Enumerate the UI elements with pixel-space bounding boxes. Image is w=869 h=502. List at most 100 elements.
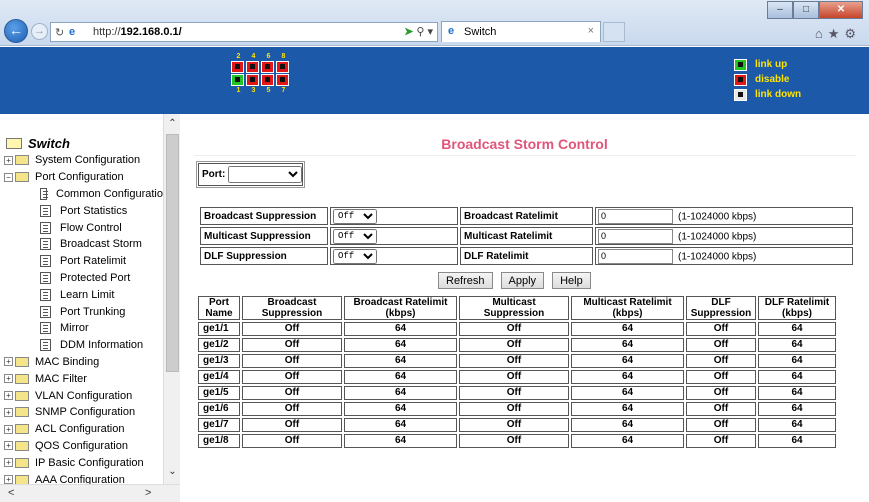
apply-button[interactable]: Apply [500, 272, 545, 289]
sidebar-item-port-statistics[interactable]: Port Statistics [0, 202, 163, 219]
sidebar-item-protected-port[interactable]: Protected Port [0, 270, 163, 287]
table-cell: Off [242, 322, 342, 336]
close-button[interactable]: ✕ [819, 1, 863, 19]
expand-toggle-icon[interactable]: + [4, 475, 13, 484]
port-icon[interactable] [276, 74, 289, 86]
refresh-small-icon[interactable]: ↻ [55, 26, 64, 39]
sidebar-item-label: SNMP Configuration [35, 406, 136, 419]
table-cell: 64 [571, 338, 684, 352]
back-arrow-icon[interactable]: ← [4, 19, 28, 43]
port-icon[interactable] [246, 74, 259, 86]
port-name-cell: ge1/7 [198, 418, 240, 432]
port-number: 7 [281, 87, 286, 94]
sidebar-vertical-scrollbar[interactable]: ⌃ ⌄ [163, 114, 180, 484]
home-icon[interactable]: ⌂ [815, 26, 828, 41]
port-status-icon [734, 58, 747, 71]
ratelimit-label: Multicast Ratelimit [460, 227, 593, 245]
sidebar-item-flow-control[interactable]: Flow Control [0, 219, 163, 236]
favorites-star-icon[interactable]: ★ [828, 26, 845, 41]
scroll-down-icon[interactable]: ⌄ [166, 466, 179, 480]
sidebar-item-mac-binding[interactable]: + MAC Binding [0, 354, 163, 371]
search-icon[interactable]: ⚲ [416, 26, 424, 38]
expand-toggle-icon[interactable]: − [4, 172, 13, 182]
ratelimit-input[interactable] [598, 228, 673, 244]
suppression-cell: Off [330, 227, 458, 245]
ratelimit-input[interactable] [598, 248, 673, 264]
sidebar-item-label: AAA Configuration [35, 473, 125, 484]
tab-close-icon[interactable]: × [588, 25, 594, 37]
scroll-thumb[interactable] [166, 134, 179, 372]
table-cell: Off [242, 434, 342, 448]
sidebar-item-snmp-configuration[interactable]: + SNMP Configuration [0, 404, 163, 421]
port-name-cell: ge1/8 [198, 434, 240, 448]
maximize-button[interactable]: □ [793, 1, 819, 19]
scroll-left-icon[interactable]: < [8, 487, 14, 499]
port-icon[interactable] [261, 74, 274, 86]
expand-toggle-icon[interactable]: + [4, 374, 13, 384]
scroll-up-icon[interactable]: ⌃ [166, 118, 179, 132]
port-icon[interactable] [261, 61, 274, 73]
nav-tree: Switch + System Configuration − Port Config… [0, 114, 163, 484]
sidebar-item-learn-limit[interactable]: Learn Limit [0, 286, 163, 303]
sidebar-item-acl-configuration[interactable]: + ACL Configuration [0, 421, 163, 438]
sidebar-item-common-configuratio[interactable]: Common Configuratio [0, 186, 163, 203]
folder-icon [15, 440, 29, 451]
expand-toggle-icon[interactable]: + [4, 458, 13, 468]
address-bar[interactable]: ↻ e http://192.168.0.1/ ➤ ⚲ ▾ [50, 22, 438, 42]
sidebar-item-mirror[interactable]: Mirror [0, 320, 163, 337]
table-cell: 64 [344, 338, 457, 352]
port-icon[interactable] [246, 61, 259, 73]
scroll-right-icon[interactable]: > [145, 487, 151, 499]
sidebar-item-label: Learn Limit [60, 288, 115, 301]
help-button[interactable]: Help [552, 272, 591, 289]
suppression-select[interactable]: Off [333, 228, 377, 244]
sidebar-item-system-configuration[interactable]: + System Configuration [0, 152, 163, 169]
refresh-button[interactable]: Refresh [438, 272, 493, 289]
sidebar-item-label: DDM Information [60, 339, 144, 352]
forward-arrow-icon[interactable]: → [31, 23, 48, 40]
new-tab-button[interactable] [603, 22, 625, 42]
sidebar-item-ip-basic-configuration[interactable]: + IP Basic Configuration [0, 454, 163, 471]
table-cell: Off [459, 338, 569, 352]
port-icon[interactable] [231, 61, 244, 73]
expand-toggle-icon[interactable]: + [4, 441, 13, 451]
expand-toggle-icon[interactable]: + [4, 391, 13, 401]
sidebar-item-port-trunking[interactable]: Port Trunking [0, 303, 163, 320]
sidebar-item-port-ratelimit[interactable]: Port Ratelimit [0, 253, 163, 270]
expand-toggle-icon[interactable]: + [4, 357, 13, 367]
table-cell: Off [242, 338, 342, 352]
sidebar-item-label: Protected Port [60, 271, 131, 284]
suppression-select[interactable]: Off [333, 248, 377, 264]
action-buttons: Refresh Apply Help [438, 272, 591, 289]
port-icon[interactable] [231, 74, 244, 86]
sidebar-item-ddm-information[interactable]: DDM Information [0, 337, 163, 354]
nav-root[interactable]: Switch [0, 134, 163, 152]
table-cell: Off [242, 386, 342, 400]
ratelimit-range: (1-1024000 kbps) [678, 251, 757, 262]
expand-toggle-icon[interactable]: + [4, 407, 13, 417]
suppression-select[interactable]: Off [333, 208, 377, 224]
column-header-line: Multicast [492, 297, 536, 308]
settings-gear-icon[interactable]: ⚙ [844, 26, 861, 41]
port-select[interactable] [228, 166, 302, 183]
sidebar-item-label: IP Basic Configuration [35, 456, 144, 469]
expand-toggle-icon[interactable]: + [4, 424, 13, 434]
table-row: ge1/4 Off 64 Off 64 Off 64 [198, 370, 836, 384]
ratelimit-input[interactable] [598, 208, 673, 224]
browser-tab[interactable]: e Switch × [441, 21, 601, 42]
sidebar-item-vlan-configuration[interactable]: + VLAN Configuration [0, 387, 163, 404]
sidebar-item-qos-configuration[interactable]: + QOS Configuration [0, 438, 163, 455]
go-icon[interactable]: ➤ [404, 26, 413, 38]
sidebar-item-broadcast-storm[interactable]: Broadcast Storm [0, 236, 163, 253]
sidebar-item-label: Port Ratelimit [60, 255, 127, 268]
minimize-button[interactable]: – [767, 1, 793, 19]
config-row: Broadcast Suppression Off Broadcast Rateli… [200, 207, 853, 225]
sidebar-horizontal-scrollbar[interactable]: < > [0, 484, 180, 502]
expand-toggle-icon[interactable]: + [4, 155, 13, 165]
dropdown-icon[interactable]: ▾ [427, 26, 433, 38]
port-icon[interactable] [276, 61, 289, 73]
sidebar-item-aaa-configuration[interactable]: + AAA Configuration [0, 471, 163, 484]
sidebar-item-mac-filter[interactable]: + MAC Filter [0, 370, 163, 387]
legend-label: link up [755, 59, 788, 70]
sidebar-item-port-configuration[interactable]: − Port Configuration [0, 169, 163, 186]
